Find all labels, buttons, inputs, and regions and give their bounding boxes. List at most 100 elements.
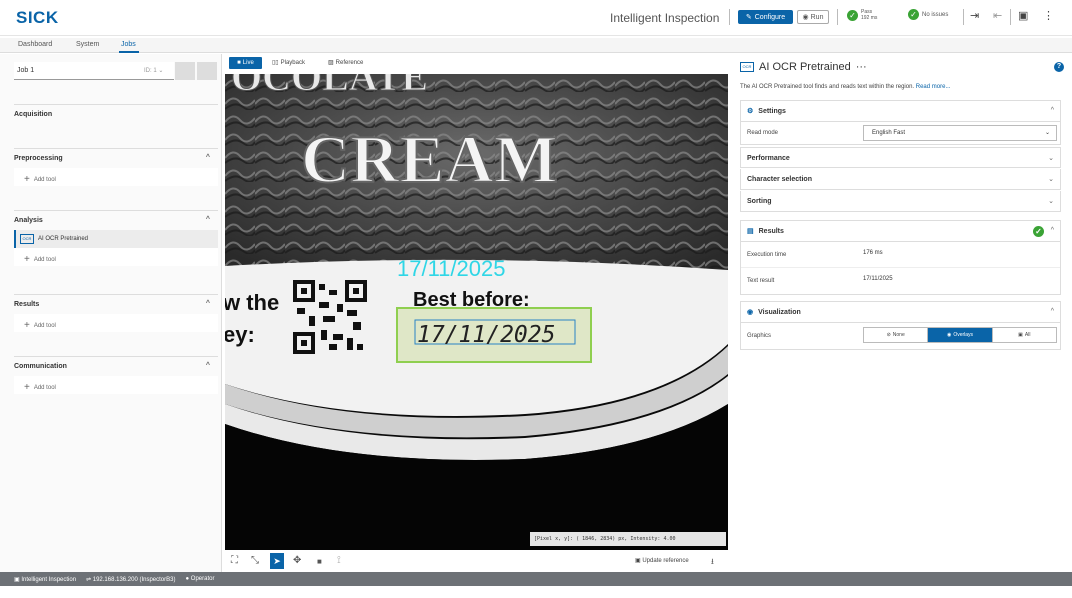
settings-section: ⚙ Settings ^ Read mode English Fast ⌄ (740, 100, 1061, 145)
check-icon: ✓ (908, 9, 919, 20)
chevron-down-icon: ⌄ (1048, 155, 1054, 162)
performance-section[interactable]: Performance ⌄ (740, 147, 1061, 168)
download-icon[interactable]: ⭳ (711, 556, 714, 570)
run-button[interactable]: ◉ Run (797, 10, 829, 24)
camera-icon: ■ (237, 60, 241, 66)
login-icon[interactable]: ⇥ (970, 9, 979, 22)
camera-image-svg: OCOLATE CREAM w the ey: Best before: 17/… (225, 74, 728, 550)
graphics-all-button[interactable]: ▣ All (993, 328, 1056, 342)
add-tool-button[interactable]: + Add tool (14, 314, 218, 332)
tab-system[interactable]: System (76, 41, 99, 48)
chevron-down-icon: ⌄ (1044, 130, 1050, 136)
playback-icon: ▯▯ (272, 60, 279, 66)
issues-status[interactable]: ✓ No issues (908, 9, 948, 20)
graphics-overlays-button[interactable]: ◉ Overlays (928, 328, 993, 342)
viewer-toolbar: ⛶ ⤡ ➤ ✥ ■ ⟟ ▣ Update reference ⭳ (225, 550, 728, 572)
check-icon: ✓ (1033, 226, 1044, 237)
save-icon[interactable]: ▣ (1018, 9, 1028, 22)
results-icon: ▤ (747, 228, 754, 235)
tab-reference[interactable]: ▨ Reference (328, 59, 363, 67)
divider (837, 9, 838, 25)
plus-icon: + (24, 173, 30, 185)
section-acquisition: Acquisition (14, 104, 218, 124)
configure-button[interactable]: ✎ Configure (738, 10, 793, 24)
divider (963, 9, 964, 25)
sorting-section[interactable]: Sorting ⌄ (740, 191, 1061, 212)
more-vertical-icon[interactable]: ⋮ (1043, 9, 1054, 22)
pan-icon[interactable]: ✥ (293, 555, 301, 566)
plus-icon: + (24, 253, 30, 265)
tool-settings-panel: OCR AI OCR Pretrained ··· ? The AI OCR P… (735, 54, 1072, 572)
eye-off-icon: ⊘ (886, 332, 891, 338)
tool-ai-ocr[interactable]: OCR AI OCR Pretrained (14, 230, 218, 248)
graphics-none-button[interactable]: ⊘ None (864, 328, 929, 342)
qr-code (293, 280, 367, 354)
graphics-toggle[interactable]: ⊘ None ◉ Overlays ▣ All (863, 327, 1057, 343)
add-tool-button[interactable]: + Add tool (14, 168, 218, 186)
section-analysis: Analysis ^ OCR AI OCR Pretrained + Add too… (14, 210, 218, 266)
run-icon: ◉ (802, 14, 809, 21)
tool-title: OCR AI OCR Pretrained ··· (740, 61, 867, 73)
pin-icon[interactable]: ⟟ (337, 555, 341, 566)
pointer-icon[interactable]: ➤ (270, 553, 284, 569)
plus-icon: + (24, 319, 30, 331)
all-icon: ▣ (1018, 332, 1023, 338)
svg-text:w the: w the (225, 290, 279, 315)
user-icon: ● (185, 576, 190, 582)
help-icon[interactable]: ? (1054, 62, 1064, 72)
chevron-down-icon: ⌄ (1048, 176, 1054, 183)
pixel-readout: [Pixel x, y]: ( 1846, 2834) px, Intensit… (530, 532, 726, 546)
chevron-down-icon: ⌄ (1048, 198, 1054, 205)
network-icon: ⇌ (86, 576, 92, 583)
eye-icon: ◉ (946, 332, 952, 338)
fit-icon[interactable]: ⛶ (231, 555, 238, 566)
logout-icon[interactable]: ⇤ (993, 9, 1002, 22)
tab-underline (119, 51, 139, 53)
camera-image[interactable]: OCOLATE CREAM w the ey: Best before: 17/… (225, 74, 728, 550)
svg-text:ey:: ey: (225, 322, 255, 347)
sick-logo: SICK (16, 8, 59, 27)
add-tool-button[interactable]: + Add tool (14, 248, 218, 266)
divider (1010, 9, 1011, 25)
section-results: Results ^ + Add tool (14, 294, 218, 332)
add-tool-button[interactable]: + Add tool (14, 376, 218, 394)
tab-jobs[interactable]: Jobs (121, 41, 136, 48)
image-viewer-panel: ■ Live ▯▯ Playback ▨ Reference OCOLATE C… (225, 54, 728, 572)
tab-live[interactable]: ■ Live (229, 57, 262, 69)
chevron-up-icon: ^ (1050, 308, 1054, 315)
main-tabs: Dashboard System Jobs (0, 38, 1072, 53)
stop-icon[interactable]: ■ (317, 557, 322, 566)
job-select[interactable]: Job 1 ID: 1 ⌄ (14, 62, 174, 80)
read-more-link[interactable]: Read more... (916, 84, 951, 90)
chevron-up-icon: ^ (205, 216, 210, 223)
visualization-section: ◉ Visualization ^ Graphics ⊘ None ◉ Overlays… (740, 301, 1061, 350)
settings-icon: ⚙ (747, 108, 754, 115)
configure-icon: ✎ (745, 14, 752, 21)
update-reference-button[interactable]: ▣ Update reference (635, 557, 689, 564)
tab-playback[interactable]: ▯▯ Playback (272, 59, 305, 67)
section-communication: Communication ^ + Add tool (14, 356, 218, 394)
tab-dashboard[interactable]: Dashboard (18, 41, 52, 48)
cream-text: CREAM (301, 121, 558, 197)
job-add-button[interactable] (197, 62, 217, 80)
job-edit-button[interactable] (175, 62, 195, 80)
app-title: Intelligent Inspection (610, 11, 720, 25)
ocr-tool-icon: OCR (740, 62, 754, 72)
read-mode-select[interactable]: English Fast ⌄ (863, 125, 1057, 141)
section-preprocessing: Preprocessing ^ + Add tool (14, 148, 218, 186)
viewer-tabs: ■ Live ▯▯ Playback ▨ Reference (225, 54, 728, 74)
zoom-fit-icon[interactable]: ⤡ (251, 555, 259, 566)
divider (729, 9, 730, 25)
character-selection-section[interactable]: Character selection ⌄ (740, 169, 1061, 190)
pass-status[interactable]: ✓ Pass 192 ms (847, 9, 877, 21)
image-icon: ▨ (328, 60, 334, 66)
top-bar: SICK Intelligent Inspection ✎ Configure … (0, 0, 1072, 36)
more-icon[interactable]: ··· (856, 61, 867, 73)
chevron-up-icon: ^ (1050, 107, 1054, 114)
chevron-up-icon: ^ (205, 300, 210, 307)
svg-text:17/11/2025: 17/11/2025 (417, 322, 555, 348)
check-icon: ✓ (847, 9, 858, 21)
chevron-up-icon: ^ (205, 362, 210, 369)
plus-icon: + (24, 381, 30, 393)
app-icon: ▣ (14, 576, 20, 583)
